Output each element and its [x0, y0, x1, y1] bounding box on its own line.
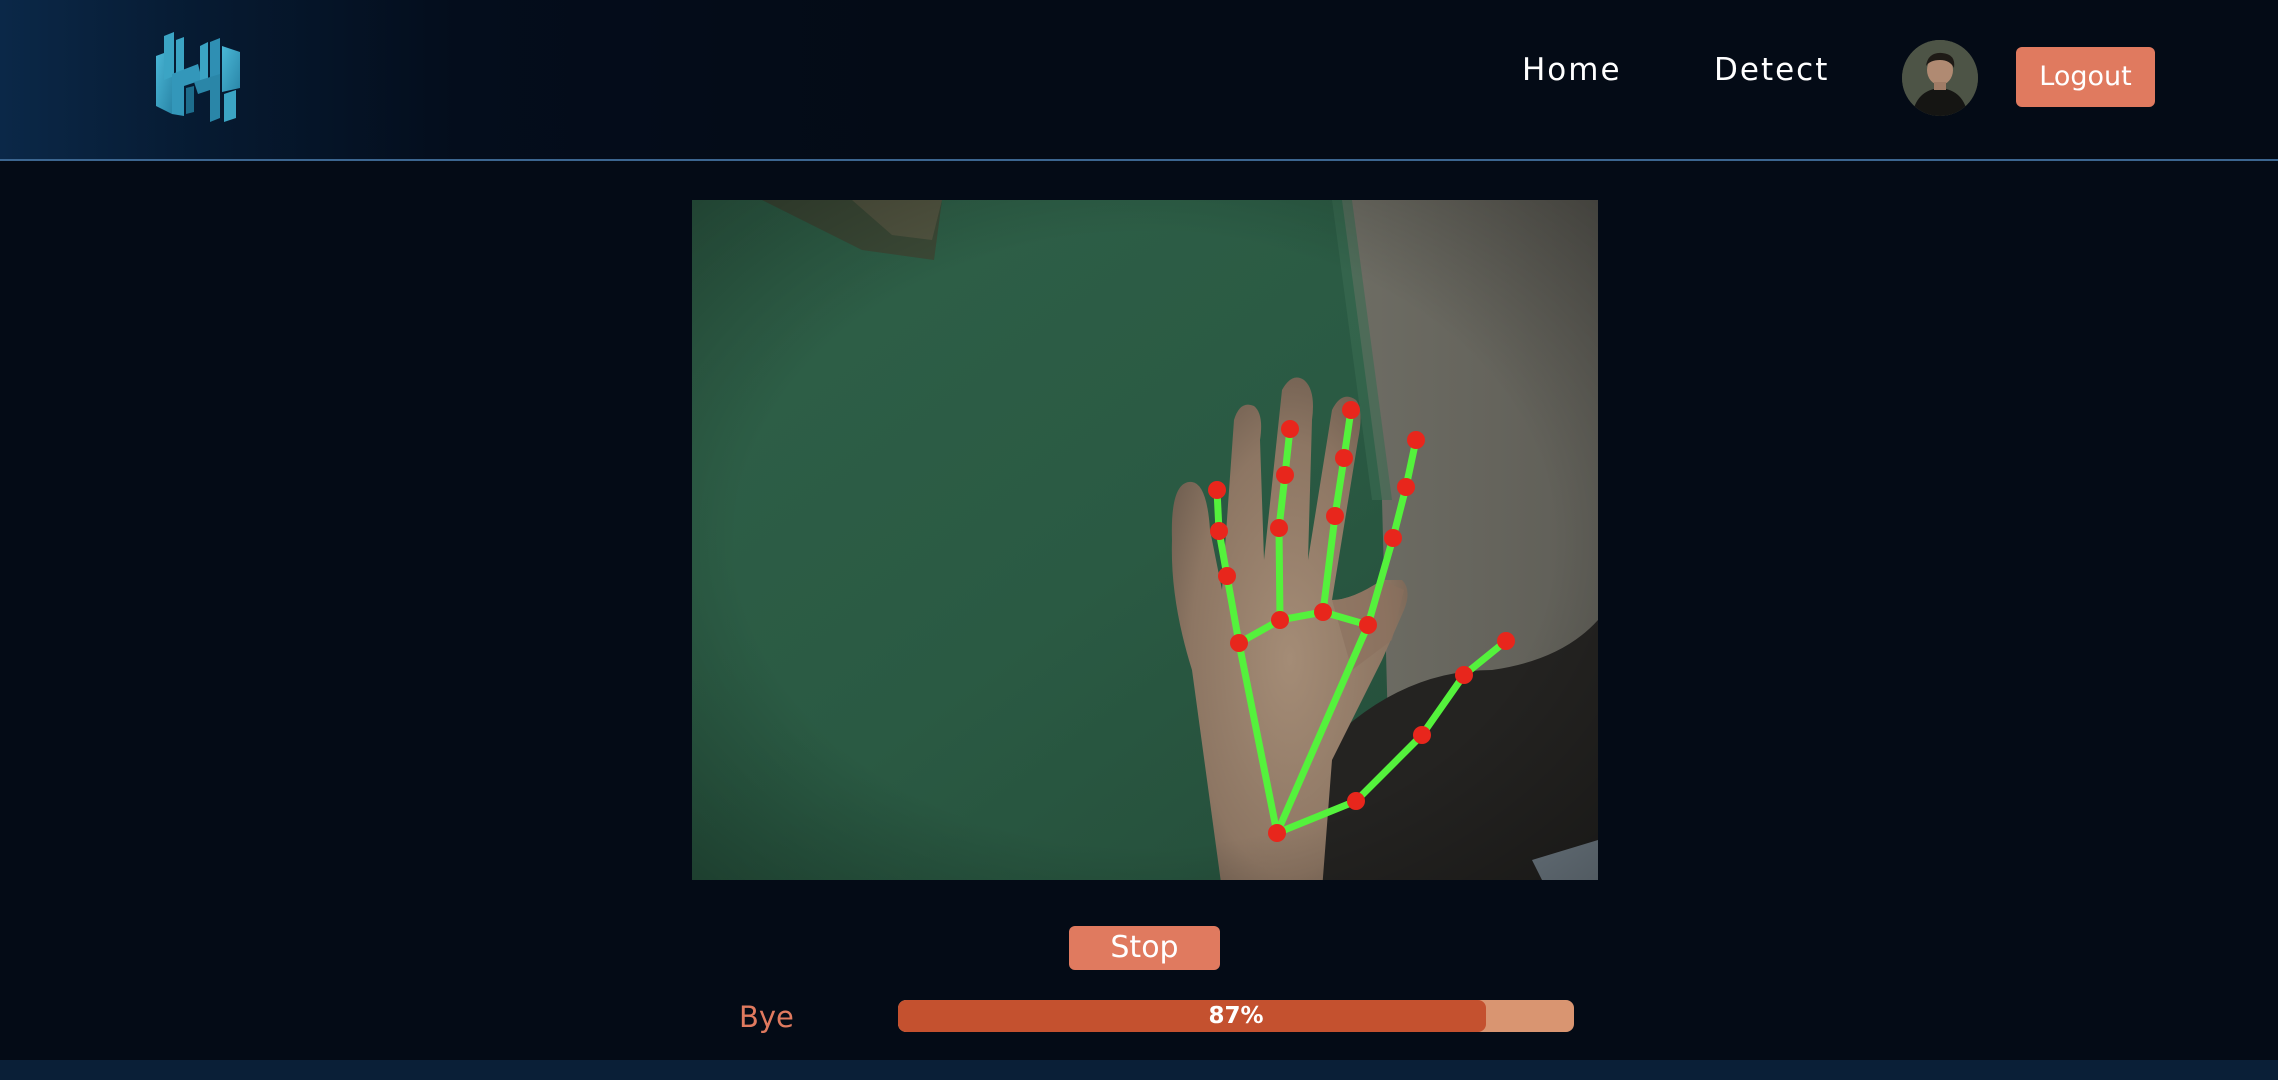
stop-button[interactable]: Stop: [1069, 926, 1220, 970]
nav-home-link[interactable]: Home: [1522, 52, 1622, 89]
user-avatar[interactable]: [1902, 40, 1978, 116]
navbar: Home Detect Logout: [0, 0, 2278, 161]
webcam-feed-with-hand-landmarks-icon: [692, 200, 1598, 880]
confidence-progress-bar: 87%: [898, 1000, 1574, 1032]
prediction-label: Bye: [739, 1000, 794, 1034]
webcam-feed: [692, 200, 1598, 880]
nav-detect-link[interactable]: Detect: [1714, 52, 1829, 89]
page: Home Detect Logout Stop Bye 87%: [0, 0, 2278, 1080]
hand-sign-logo-icon[interactable]: [150, 28, 246, 124]
logout-button[interactable]: Logout: [2016, 47, 2155, 107]
confidence-text: 87%: [1208, 1003, 1264, 1029]
footer-bar: [0, 1060, 2278, 1080]
